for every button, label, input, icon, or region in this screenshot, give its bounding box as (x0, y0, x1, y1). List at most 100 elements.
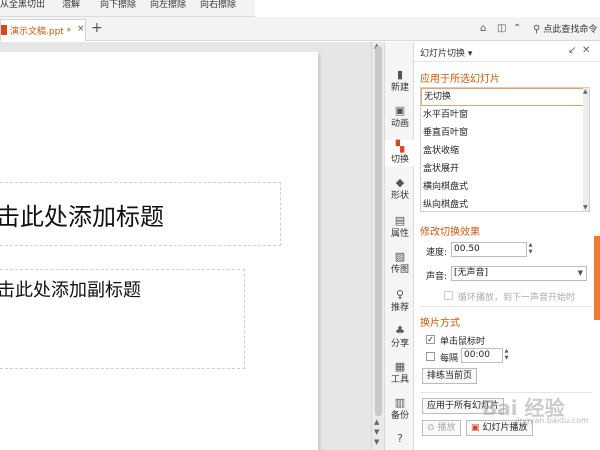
task-pane-rail: ▮ 新建 ▣ 动画 ▚ 切换 ◆ 形状 ▤ 属性 ▨ 传图 ♀ 推荐 ♣ 分享 … (384, 42, 415, 450)
rail-label: 新建 (390, 83, 409, 93)
help-button[interactable]: ? (385, 432, 415, 446)
pane-menu-caret-icon: ▾ (467, 49, 473, 59)
subtitle-placeholder-text: 击此处添加副标题 (0, 280, 141, 301)
ribbon-wipe-left[interactable]: 向左擦除 (150, 0, 186, 12)
play-button[interactable]: ⊙ 播放 (422, 420, 461, 436)
pane-float-icon[interactable]: ↙ (568, 45, 576, 56)
pane-header: 幻灯片切换 ▾ ↙ ✕ (414, 42, 600, 62)
hat-icon[interactable]: ⌂ (480, 23, 486, 35)
canvas-scrollbar[interactable]: ▲ ▲ ▼ ▼ (371, 42, 384, 450)
new-tab-icon[interactable]: + (91, 20, 103, 36)
rail-label: 工具 (390, 375, 409, 385)
search-icon: ⚲ (533, 24, 541, 35)
transition-list-scrollbar[interactable]: ▲ ▼ (583, 88, 589, 211)
title-placeholder-text: 击此处添加标题 (0, 203, 164, 231)
rail-item-share[interactable]: ♣ 分享 (385, 324, 415, 350)
rail-label: 分享 (390, 339, 409, 349)
play-icon: ⊙ (427, 423, 435, 433)
scroll-down-icon[interactable]: ▼ (374, 438, 379, 446)
transition-icon: ▚ (395, 140, 405, 153)
title-placeholder[interactable]: 击此处添加标题 (0, 182, 281, 246)
ribbon-dissolve[interactable]: 溶解 (62, 0, 80, 12)
canvas-scroll-thumb[interactable] (375, 46, 382, 416)
transition-list[interactable]: 无切换 水平百叶窗 垂直百叶窗 盒状收缩 盒状展开 横向棋盘式 纵向棋盘式 ▲ … (420, 87, 590, 212)
rail-item-recommend[interactable]: ♀ 推荐 (385, 288, 415, 314)
rail-label: 形状 (390, 191, 409, 201)
pane-scroll-indicator (594, 236, 600, 320)
on-click-label: 单击鼠标时 (440, 337, 486, 347)
speed-label: 速度: (426, 248, 448, 258)
auto-advance-label: 每隔 (440, 354, 459, 364)
list-item[interactable]: 垂直百叶窗 (421, 124, 589, 142)
sync-icon[interactable]: ◫ (497, 23, 506, 35)
watermark-url: jingyan.baidu.com (515, 416, 589, 425)
ribbon-cut-from-black[interactable]: 从全黑切出 (0, 0, 45, 12)
sound-label: 声音: (426, 272, 448, 282)
close-tab-icon[interactable]: × (77, 24, 85, 34)
slide-transition-pane: 幻灯片切换 ▾ ↙ ✕ 应用于所选幻灯片 无切换 水平百叶窗 垂直百叶窗 盒状收… (414, 42, 600, 450)
document-tab-label: 演示文稿.ppt * (10, 27, 72, 37)
list-item[interactable]: 盒状收缩 (421, 142, 589, 160)
rail-label: 传图 (390, 265, 409, 275)
rail-item-shape[interactable]: ◆ 形状 (385, 176, 415, 202)
list-item[interactable]: 横向棋盘式 (421, 178, 589, 196)
rail-label: 切换 (390, 155, 409, 165)
rail-label: 属性 (390, 229, 409, 239)
document-tab[interactable]: 演示文稿.ppt * × (0, 19, 86, 41)
chevron-down-icon: ▼ (577, 269, 583, 277)
shape-icon: ◆ (395, 176, 405, 189)
loop-sound-label: 循环播放，到下一声音开始时 (458, 293, 576, 303)
upload-image-icon: ▨ (394, 250, 406, 263)
on-click-checkbox[interactable]: ✓ (426, 335, 435, 344)
rehearse-button[interactable]: 排练当前页 (422, 368, 478, 384)
ribbon-wipe-down[interactable]: 向下擦除 (100, 0, 136, 12)
auto-advance-time-field[interactable]: 00:00 (461, 348, 503, 363)
ribbon-wipe-right[interactable]: 向右擦除 (200, 0, 236, 12)
command-search[interactable]: ⚲ 点此查找命令 (533, 22, 597, 35)
list-item[interactable]: 无切换 (421, 88, 589, 106)
scroll-up-page-icon[interactable]: ▲ (374, 418, 379, 426)
scroll-down-page-icon[interactable]: ▼ (374, 428, 379, 436)
pane-close-icon[interactable]: ✕ (582, 45, 590, 56)
list-item[interactable]: 水平百叶窗 (421, 106, 589, 124)
animation-icon: ▣ (394, 104, 406, 117)
pane-title-text: 幻灯片切换 (420, 49, 466, 59)
speed-field[interactable]: 00.50 (451, 242, 527, 257)
divider (420, 306, 592, 307)
rail-item-animation[interactable]: ▣ 动画 (385, 104, 415, 130)
advance-section-heading: 换片方式 (420, 318, 460, 329)
auto-advance-checkbox[interactable] (426, 352, 435, 361)
rail-label: 推荐 (390, 303, 409, 313)
apply-section-heading: 应用于所选幻灯片 (420, 74, 500, 85)
speed-stepper[interactable]: ▲ ▼ (527, 242, 534, 257)
share-icon: ♣ (395, 324, 405, 337)
rail-item-upload-image[interactable]: ▨ 传图 (385, 250, 415, 276)
ribbon-strip: 从全黑切出 溶解 向下擦除 向左擦除 向右擦除 (0, 0, 600, 17)
rail-item-properties[interactable]: ▤ 属性 (385, 214, 415, 240)
rail-item-tools[interactable]: ▦ 工具 (385, 360, 415, 386)
scroll-up-icon[interactable]: ▲ (583, 88, 588, 95)
rail-label: 备份 (390, 411, 409, 421)
help-icon: ? (397, 432, 403, 445)
ribbon-blank-area (255, 0, 600, 17)
modify-section-heading: 修改切换效果 (420, 227, 480, 238)
rail-item-transition[interactable]: ▚ 切换 (385, 140, 415, 166)
slide[interactable]: 击此处添加标题 击此处添加副标题 (0, 52, 318, 450)
document-tab-bar: 演示文稿.ppt * × + ⌂ ◫ ⌃ ⚲ 点此查找命令 (0, 17, 600, 41)
chevron-up-icon[interactable]: ⌃ (513, 23, 521, 35)
rail-item-new[interactable]: ▮ 新建 (385, 68, 415, 94)
pane-title[interactable]: 幻灯片切换 ▾ (420, 46, 472, 59)
loop-sound-checkbox[interactable] (444, 291, 453, 300)
sound-select[interactable]: [无声音] ▼ (451, 266, 587, 281)
list-item[interactable]: 纵向棋盘式 (421, 196, 589, 211)
new-icon: ▮ (396, 68, 404, 81)
subtitle-placeholder[interactable]: 击此处添加副标题 (0, 269, 245, 369)
bulb-icon: ♀ (395, 288, 405, 301)
rail-item-backup[interactable]: ▥ 备份 (385, 396, 415, 422)
scroll-down-icon[interactable]: ▼ (583, 204, 588, 211)
slideshow-icon: ▣ (471, 423, 480, 433)
list-item[interactable]: 盒状展开 (421, 160, 589, 178)
slide-canvas: 击此处添加标题 击此处添加副标题 ▲ ▲ ▼ ▼ (0, 42, 384, 450)
toolbox-icon: ▦ (394, 360, 406, 373)
auto-advance-stepper[interactable]: ▲ ▼ (503, 348, 510, 363)
